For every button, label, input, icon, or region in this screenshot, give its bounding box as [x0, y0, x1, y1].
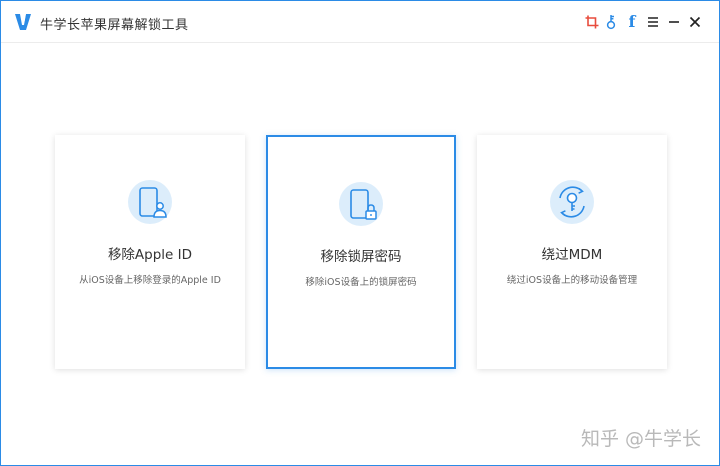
phone-user-icon: [128, 180, 172, 224]
minimize-button[interactable]: [665, 13, 683, 31]
card-description: 绕过iOS设备上的移动设备管理: [506, 275, 638, 286]
crop-icon: [585, 15, 599, 29]
facebook-icon: f: [628, 12, 636, 31]
crop-button[interactable]: [583, 13, 601, 31]
bypass-mdm-card[interactable]: 绕过MDM 绕过iOS设备上的移动设备管理: [477, 135, 667, 369]
app-title: 牛学长苹果屏幕解锁工具: [40, 18, 189, 33]
niu-logo-icon: [15, 14, 31, 30]
menu-button[interactable]: [644, 13, 662, 31]
card-title: 移除锁屏密码: [320, 249, 402, 265]
remove-screen-passcode-card[interactable]: 移除锁屏密码 移除iOS设备上的锁屏密码: [266, 135, 456, 369]
watermark: 知乎 @牛学长: [580, 428, 701, 450]
close-icon: [689, 16, 701, 28]
facebook-button[interactable]: f: [623, 13, 641, 31]
close-button[interactable]: [686, 13, 704, 31]
card-description: 移除iOS设备上的锁屏密码: [305, 277, 417, 288]
key-icon: [606, 15, 616, 30]
key-cycle-icon: [550, 180, 594, 224]
card-title: 绕过MDM: [541, 247, 603, 263]
minimize-icon: [669, 21, 679, 23]
card-title: 移除Apple ID: [107, 247, 193, 263]
key-button[interactable]: [602, 13, 620, 31]
menu-icon: [648, 17, 658, 27]
remove-apple-id-card[interactable]: 移除Apple ID 从iOS设备上移除登录的Apple ID: [55, 135, 245, 369]
phone-lock-icon: [339, 182, 383, 226]
app-window: 牛学长苹果屏幕解锁工具 f 移除Apple ID 从iOS设备上移除登录的App…: [0, 0, 720, 466]
title-bar: 牛学长苹果屏幕解锁工具 f: [1, 1, 719, 43]
card-description: 从iOS设备上移除登录的Apple ID: [79, 275, 221, 286]
